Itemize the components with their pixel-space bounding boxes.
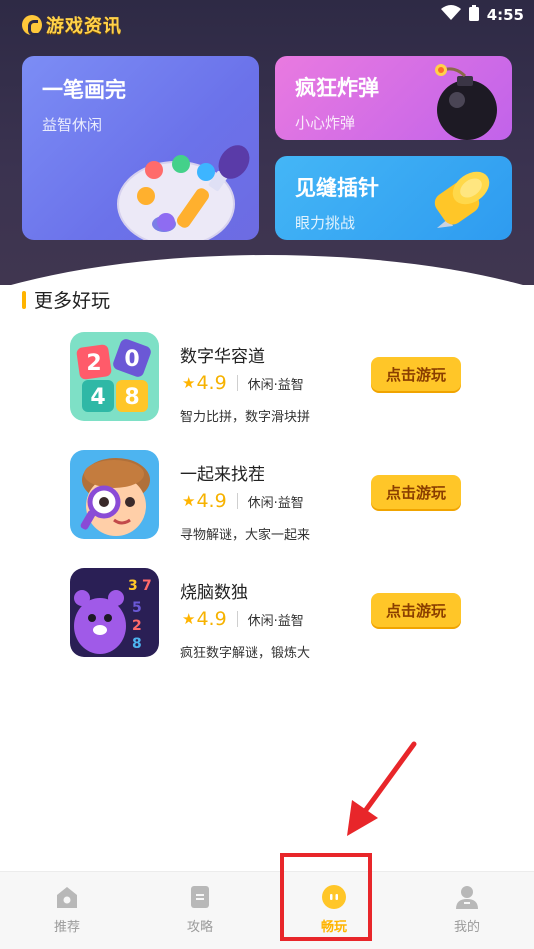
play-button[interactable]: 点击游玩 <box>371 593 461 627</box>
guide-icon <box>191 886 209 908</box>
list-item: 2 0 4 8 数字华容道 ★ 4.9 休闲·益智 智力比拼，数字滑块拼 点击游… <box>70 332 470 425</box>
star-icon: ★ <box>182 491 196 510</box>
featured-subtitle: 小心炸弹 <box>295 114 356 132</box>
play-button[interactable]: 点击游玩 <box>371 475 461 509</box>
featured-card-draw[interactable]: 一笔画完 益智休闲 <box>22 56 259 240</box>
tab-profile[interactable]: 我的 <box>427 884 507 935</box>
status-time: 4:55 <box>486 6 524 24</box>
game-name: 烧脑数独 <box>180 583 248 603</box>
featured-subtitle: 益智休闲 <box>42 116 103 134</box>
svg-text:8: 8 <box>132 636 142 652</box>
game-meta: ★ 4.9 休闲·益智 <box>182 372 304 394</box>
star-icon: ★ <box>182 373 196 392</box>
section-accent-bar <box>22 290 26 309</box>
svg-text:8: 8 <box>124 385 139 410</box>
hero-curve <box>0 255 534 285</box>
meta-divider <box>236 375 238 391</box>
game-meta: ★ 4.9 休闲·益智 <box>182 490 304 512</box>
star-icon: ★ <box>182 609 196 628</box>
status-bar: 4:55 <box>440 4 524 26</box>
game-rating: 4.9 <box>196 490 227 512</box>
section-header: 更多好玩 <box>22 286 110 313</box>
meta-divider <box>236 493 238 509</box>
game-category: 休闲·益智 <box>247 377 304 393</box>
game-category: 休闲·益智 <box>247 613 304 629</box>
sudoku-monster-icon[interactable]: 3 7 5 2 8 <box>70 568 159 657</box>
tab-guide[interactable]: 攻略 <box>160 884 240 935</box>
svg-text:5: 5 <box>132 600 142 616</box>
svg-text:4: 4 <box>90 385 105 410</box>
meta-divider <box>236 611 238 627</box>
bottom-nav: 推荐 攻略 畅玩 我的 <box>0 871 534 949</box>
tab-label: 我的 <box>453 920 480 935</box>
featured-title: 疯狂炸弹 <box>295 76 379 100</box>
game-category: 休闲·益智 <box>247 495 304 511</box>
featured-card-pin[interactable]: 见缝插针 眼力挑战 <box>275 156 512 240</box>
featured-title: 见缝插针 <box>295 176 379 200</box>
game-meta: ★ 4.9 休闲·益智 <box>182 608 304 630</box>
game-description: 疯狂数字解谜，锻炼大 <box>180 646 311 661</box>
wifi-icon <box>440 5 461 25</box>
app-logo: 游戏资讯 <box>22 12 122 38</box>
featured-card-bomb[interactable]: 疯狂炸弹 小心炸弹 <box>275 56 512 140</box>
game-description: 智力比拼，数字滑块拼 <box>180 410 311 425</box>
tab-recommend[interactable]: 推荐 <box>27 884 107 935</box>
magnifier-boy-icon[interactable] <box>70 450 159 539</box>
tab-label: 推荐 <box>53 920 80 935</box>
list-item: 一起来找茬 ★ 4.9 休闲·益智 寻物解谜，大家一起来 点击游玩 <box>70 450 470 543</box>
bomb-icon <box>435 64 497 140</box>
game-name: 数字华容道 <box>180 347 265 367</box>
game-rating: 4.9 <box>196 608 227 630</box>
svg-text:2: 2 <box>132 618 142 634</box>
section-title: 更多好玩 <box>34 290 111 312</box>
svg-text:7: 7 <box>142 578 152 594</box>
svg-text:0: 0 <box>124 347 139 372</box>
number-blocks-icon[interactable]: 2 0 4 8 <box>70 332 159 421</box>
pin-icon <box>434 171 490 228</box>
game-rating: 4.9 <box>196 372 227 394</box>
game-name: 一起来找茬 <box>180 465 265 485</box>
svg-text:3: 3 <box>128 578 138 594</box>
featured-subtitle: 眼力挑战 <box>295 214 356 232</box>
svg-text:2: 2 <box>86 351 101 376</box>
app-title: 游戏资讯 <box>46 16 122 37</box>
game-description: 寻物解谜，大家一起来 <box>180 528 311 543</box>
palette-icon <box>117 145 250 240</box>
featured-title: 一笔画完 <box>42 78 126 102</box>
tab-label: 攻略 <box>186 920 213 935</box>
list-item: 3 7 5 2 8 烧脑数独 ★ 4.9 休闲·益智 疯狂数字解谜，锻炼大 点击… <box>70 568 470 661</box>
profile-icon <box>456 886 478 909</box>
play-button[interactable]: 点击游玩 <box>371 357 461 391</box>
annotation-highlight-box <box>280 853 372 941</box>
logo-icon <box>22 15 42 35</box>
home-icon <box>57 887 77 908</box>
battery-icon <box>468 5 479 25</box>
